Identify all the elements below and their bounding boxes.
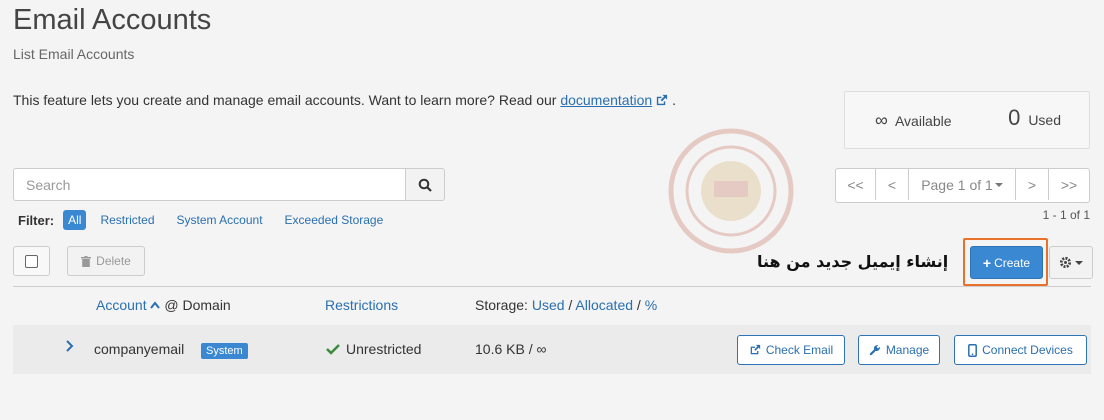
first-page-button[interactable]: <<	[836, 169, 876, 200]
filter-all[interactable]: All	[63, 210, 87, 230]
documentation-link[interactable]: documentation	[560, 92, 652, 108]
search-bar	[13, 168, 445, 201]
separator: /	[636, 297, 641, 313]
results-range: 1 - 1 of 1	[1042, 208, 1090, 222]
search-field-wrapper	[13, 168, 406, 201]
pagination: << < Page 1 of 1 > >>	[835, 168, 1090, 203]
account-name: companyemail	[94, 341, 185, 357]
storage-column-header: Storage: Used / Allocated / %	[475, 297, 657, 313]
storage-percent-sort[interactable]: %	[645, 297, 657, 313]
check-icon	[326, 344, 340, 355]
filter-label: Filter:	[18, 212, 55, 228]
gear-icon	[1059, 256, 1072, 269]
restriction-status: Unrestricted	[326, 341, 421, 357]
external-link-icon	[750, 344, 760, 355]
used-count: 0	[1008, 105, 1021, 130]
account-header-label: Account	[96, 297, 147, 313]
feature-description: This feature lets you create and manage …	[13, 92, 676, 108]
prev-page-button[interactable]: <	[876, 169, 909, 200]
last-page-button[interactable]: >>	[1049, 169, 1089, 200]
restriction-label: Unrestricted	[346, 341, 422, 357]
manage-button[interactable]: Manage	[858, 335, 940, 365]
system-badge: System	[201, 343, 248, 359]
at-domain-label: @ Domain	[164, 297, 231, 313]
table-header: Account @ Domain Restrictions Storage: U…	[13, 286, 1091, 327]
delete-label: Delete	[96, 254, 131, 268]
table-row: companyemail System Unrestricted 10.6 KB…	[13, 325, 1091, 374]
infinity-symbol: ∞	[875, 110, 888, 130]
storage-prefix: Storage:	[475, 297, 528, 313]
check-email-label: Check Email	[765, 343, 834, 357]
search-button[interactable]	[405, 168, 445, 201]
storage-allocated-sort[interactable]: Allocated	[575, 297, 633, 313]
caret-down-icon	[1075, 260, 1083, 265]
separator: /	[568, 297, 573, 313]
chevron-right-icon[interactable]	[65, 339, 75, 353]
used-stat: 0 Used	[1008, 105, 1061, 131]
connect-devices-label: Connect Devices	[982, 343, 1073, 357]
storage-value: 10.6 KB / ∞	[475, 341, 547, 357]
mobile-phone-icon	[968, 343, 978, 357]
create-label: Create	[994, 255, 1031, 270]
trash-icon	[81, 255, 92, 267]
account-column-header[interactable]: Account @ Domain	[96, 297, 231, 313]
create-annotation-text: إنشاء إيميل جديد من هنا	[757, 252, 949, 271]
available-label: Available	[894, 113, 952, 129]
select-all-checkbox[interactable]	[13, 246, 50, 276]
external-link-icon[interactable]	[655, 94, 668, 107]
check-email-button[interactable]: Check Email	[737, 335, 845, 365]
sort-ascending-icon	[150, 301, 161, 309]
filter-exceeded-storage[interactable]: Exceeded Storage	[285, 213, 384, 227]
description-end: .	[672, 92, 676, 108]
settings-dropdown-button[interactable]	[1049, 246, 1093, 279]
used-label: Used	[1028, 112, 1061, 128]
connect-devices-button[interactable]: Connect Devices	[954, 335, 1087, 365]
checkbox-box	[25, 254, 38, 268]
plus-icon: +	[982, 254, 992, 271]
filter-restricted[interactable]: Restricted	[100, 213, 154, 227]
filter-system-account[interactable]: System Account	[177, 213, 263, 227]
search-icon	[418, 178, 432, 192]
description-text: This feature lets you create and manage …	[13, 92, 557, 108]
wrench-icon	[869, 345, 880, 356]
next-page-button[interactable]: >	[1016, 169, 1049, 200]
storage-used-sort[interactable]: Used	[532, 297, 565, 313]
rise-up-watermark-logo	[668, 128, 794, 254]
page-title: Email Accounts	[13, 4, 212, 36]
search-input[interactable]	[24, 169, 398, 200]
page-select-label: Page 1 of 1	[921, 176, 993, 193]
manage-label: Manage	[885, 343, 930, 357]
restrictions-column-header[interactable]: Restrictions	[325, 297, 398, 313]
page-subtitle: List Email Accounts	[13, 46, 135, 62]
account-stats-panel: ∞ Available 0 Used	[844, 91, 1090, 149]
available-stat: ∞ Available	[875, 110, 952, 131]
caret-down-icon	[994, 182, 1003, 187]
page-select[interactable]: Page 1 of 1	[909, 169, 1016, 200]
filter-bar: Filter: All Restricted System Account Ex…	[18, 210, 405, 230]
create-button[interactable]: + Create	[970, 246, 1043, 279]
delete-button[interactable]: Delete	[67, 246, 145, 276]
